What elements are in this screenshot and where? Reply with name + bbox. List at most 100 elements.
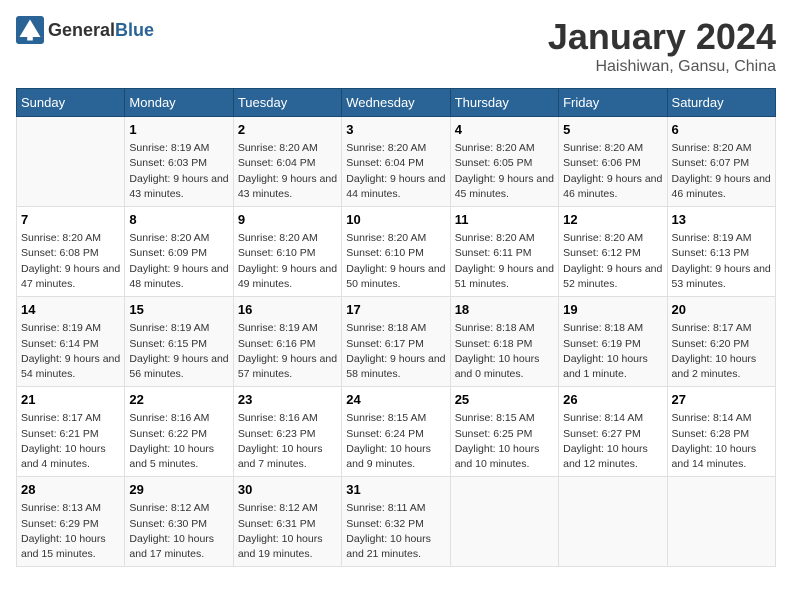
day-number: 1	[129, 121, 228, 139]
day-number: 24	[346, 391, 445, 409]
header-day: Wednesday	[342, 89, 450, 117]
calendar-cell: 26 Sunrise: 8:14 AMSunset: 6:27 PMDayligh…	[559, 387, 667, 477]
day-info: Sunrise: 8:15 AMSunset: 6:25 PMDaylight:…	[455, 411, 554, 472]
week-row: 28 Sunrise: 8:13 AMSunset: 6:29 PMDayligh…	[17, 477, 776, 567]
day-number: 30	[238, 481, 337, 499]
day-number: 10	[346, 211, 445, 229]
day-number: 14	[21, 301, 120, 319]
day-info: Sunrise: 8:20 AMSunset: 6:04 PMDaylight:…	[346, 141, 445, 202]
day-info: Sunrise: 8:19 AMSunset: 6:03 PMDaylight:…	[129, 141, 228, 202]
calendar-cell: 25Sunrise: 8:15 AMSunset: 6:25 PMDayligh…	[450, 387, 558, 477]
day-number: 26	[563, 391, 662, 409]
logo-icon	[16, 16, 44, 44]
day-info: Sunrise: 8:19 AMSunset: 6:14 PMDaylight:…	[21, 321, 120, 382]
day-number: 18	[455, 301, 554, 319]
day-number: 28	[21, 481, 120, 499]
main-title: January 2024	[548, 16, 776, 58]
day-number: 23	[238, 391, 337, 409]
day-info: Sunrise: 8:18 AMSunset: 6:17 PMDaylight:…	[346, 321, 445, 382]
header-day: Sunday	[17, 89, 125, 117]
day-info: Sunrise: 8:16 AMSunset: 6:22 PMDaylight:…	[129, 411, 228, 472]
calendar-cell: 30 Sunrise: 8:12 AMSunset: 6:31 PMDayligh…	[233, 477, 341, 567]
day-number: 4	[455, 121, 554, 139]
calendar-cell: 8Sunrise: 8:20 AMSunset: 6:09 PMDaylight…	[125, 207, 233, 297]
day-number: 13	[672, 211, 771, 229]
day-info: Sunrise: 8:17 AMSunset: 6:21 PMDaylight:…	[21, 411, 120, 472]
logo-general: General	[48, 20, 115, 41]
day-info: Sunrise: 8:14 AMSunset: 6:28 PMDaylight:…	[672, 411, 771, 472]
week-row: 1 Sunrise: 8:19 AMSunset: 6:03 PMDaylight…	[17, 117, 776, 207]
week-row: 7 Sunrise: 8:20 AMSunset: 6:08 PMDaylight…	[17, 207, 776, 297]
day-info: Sunrise: 8:20 AMSunset: 6:11 PMDaylight:…	[455, 231, 554, 292]
calendar-cell: 27 Sunrise: 8:14 AMSunset: 6:28 PMDayligh…	[667, 387, 775, 477]
day-info: Sunrise: 8:19 AMSunset: 6:15 PMDaylight:…	[129, 321, 228, 382]
calendar-cell: 21 Sunrise: 8:17 AMSunset: 6:21 PMDayligh…	[17, 387, 125, 477]
day-info: Sunrise: 8:20 AMSunset: 6:08 PMDaylight:…	[21, 231, 120, 292]
day-number: 17	[346, 301, 445, 319]
day-info: Sunrise: 8:16 AMSunset: 6:23 PMDaylight:…	[238, 411, 337, 472]
day-number: 3	[346, 121, 445, 139]
calendar-cell: 7 Sunrise: 8:20 AMSunset: 6:08 PMDaylight…	[17, 207, 125, 297]
day-info: Sunrise: 8:20 AMSunset: 6:10 PMDaylight:…	[238, 231, 337, 292]
day-number: 7	[21, 211, 120, 229]
day-number: 20	[672, 301, 771, 319]
calendar-cell: 28 Sunrise: 8:13 AMSunset: 6:29 PMDayligh…	[17, 477, 125, 567]
day-info: Sunrise: 8:14 AMSunset: 6:27 PMDaylight:…	[563, 411, 662, 472]
day-number: 12	[563, 211, 662, 229]
day-info: Sunrise: 8:19 AMSunset: 6:13 PMDaylight:…	[672, 231, 771, 292]
calendar-cell: 16 Sunrise: 8:19 AMSunset: 6:16 PMDayligh…	[233, 297, 341, 387]
calendar-cell: 3 Sunrise: 8:20 AMSunset: 6:04 PMDaylight…	[342, 117, 450, 207]
day-number: 9	[238, 211, 337, 229]
day-info: Sunrise: 8:19 AMSunset: 6:16 PMDaylight:…	[238, 321, 337, 382]
day-number: 31	[346, 481, 445, 499]
day-number: 11	[455, 211, 554, 229]
calendar-cell: 23 Sunrise: 8:16 AMSunset: 6:23 PMDayligh…	[233, 387, 341, 477]
calendar-cell: 4 Sunrise: 8:20 AMSunset: 6:05 PMDaylight…	[450, 117, 558, 207]
calendar-cell	[559, 477, 667, 567]
header-row: SundayMondayTuesdayWednesdayThursdayFrid…	[17, 89, 776, 117]
day-info: Sunrise: 8:18 AMSunset: 6:19 PMDaylight:…	[563, 321, 662, 382]
day-number: 16	[238, 301, 337, 319]
day-info: Sunrise: 8:20 AMSunset: 6:05 PMDaylight:…	[455, 141, 554, 202]
calendar-cell: 31 Sunrise: 8:11 AMSunset: 6:32 PMDayligh…	[342, 477, 450, 567]
calendar-cell: 20 Sunrise: 8:17 AMSunset: 6:20 PMDayligh…	[667, 297, 775, 387]
day-info: Sunrise: 8:20 AMSunset: 6:06 PMDaylight:…	[563, 141, 662, 202]
calendar-cell: 9 Sunrise: 8:20 AMSunset: 6:10 PMDaylight…	[233, 207, 341, 297]
day-info: Sunrise: 8:11 AMSunset: 6:32 PMDaylight:…	[346, 501, 445, 562]
calendar-table: SundayMondayTuesdayWednesdayThursdayFrid…	[16, 88, 776, 567]
day-number: 29	[129, 481, 228, 499]
day-info: Sunrise: 8:13 AMSunset: 6:29 PMDaylight:…	[21, 501, 120, 562]
day-info: Sunrise: 8:18 AMSunset: 6:18 PMDaylight:…	[455, 321, 554, 382]
day-number: 2	[238, 121, 337, 139]
calendar-cell	[667, 477, 775, 567]
calendar-cell: 5 Sunrise: 8:20 AMSunset: 6:06 PMDaylight…	[559, 117, 667, 207]
day-info: Sunrise: 8:12 AMSunset: 6:31 PMDaylight:…	[238, 501, 337, 562]
calendar-cell: 18 Sunrise: 8:18 AMSunset: 6:18 PMDayligh…	[450, 297, 558, 387]
day-info: Sunrise: 8:15 AMSunset: 6:24 PMDaylight:…	[346, 411, 445, 472]
calendar-cell: 22Sunrise: 8:16 AMSunset: 6:22 PMDayligh…	[125, 387, 233, 477]
day-info: Sunrise: 8:17 AMSunset: 6:20 PMDaylight:…	[672, 321, 771, 382]
calendar-cell: 13 Sunrise: 8:19 AMSunset: 6:13 PMDayligh…	[667, 207, 775, 297]
day-number: 19	[563, 301, 662, 319]
day-info: Sunrise: 8:12 AMSunset: 6:30 PMDaylight:…	[129, 501, 228, 562]
day-number: 21	[21, 391, 120, 409]
calendar-cell: 14 Sunrise: 8:19 AMSunset: 6:14 PMDayligh…	[17, 297, 125, 387]
calendar-cell: 1 Sunrise: 8:19 AMSunset: 6:03 PMDaylight…	[125, 117, 233, 207]
week-row: 14 Sunrise: 8:19 AMSunset: 6:14 PMDayligh…	[17, 297, 776, 387]
calendar-cell: 10 Sunrise: 8:20 AMSunset: 6:10 PMDayligh…	[342, 207, 450, 297]
calendar-cell	[17, 117, 125, 207]
day-info: Sunrise: 8:20 AMSunset: 6:10 PMDaylight:…	[346, 231, 445, 292]
header-day: Saturday	[667, 89, 775, 117]
calendar-cell	[450, 477, 558, 567]
calendar-cell: 11 Sunrise: 8:20 AMSunset: 6:11 PMDayligh…	[450, 207, 558, 297]
logo-blue: Blue	[115, 20, 154, 41]
calendar-body: 1 Sunrise: 8:19 AMSunset: 6:03 PMDaylight…	[17, 117, 776, 567]
header: General Blue January 2024 Haishiwan, Gan…	[16, 16, 776, 76]
day-number: 8	[129, 211, 228, 229]
day-number: 5	[563, 121, 662, 139]
calendar-header: SundayMondayTuesdayWednesdayThursdayFrid…	[17, 89, 776, 117]
day-number: 27	[672, 391, 771, 409]
calendar-cell: 19 Sunrise: 8:18 AMSunset: 6:19 PMDayligh…	[559, 297, 667, 387]
calendar-cell: 24 Sunrise: 8:15 AMSunset: 6:24 PMDayligh…	[342, 387, 450, 477]
header-day: Monday	[125, 89, 233, 117]
